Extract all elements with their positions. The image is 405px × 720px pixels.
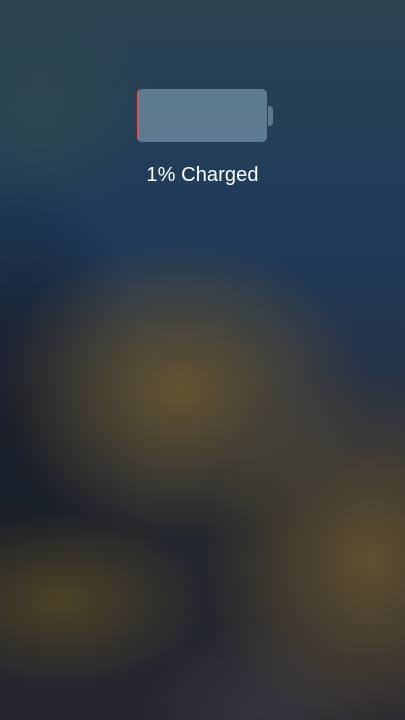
charge-status-label: 1% Charged <box>146 164 259 186</box>
battery-icon <box>137 89 273 143</box>
battery-level-fill <box>137 89 139 142</box>
battery-body <box>137 89 267 142</box>
charging-screen: 1% Charged <box>0 0 405 720</box>
battery-terminal <box>268 106 273 126</box>
